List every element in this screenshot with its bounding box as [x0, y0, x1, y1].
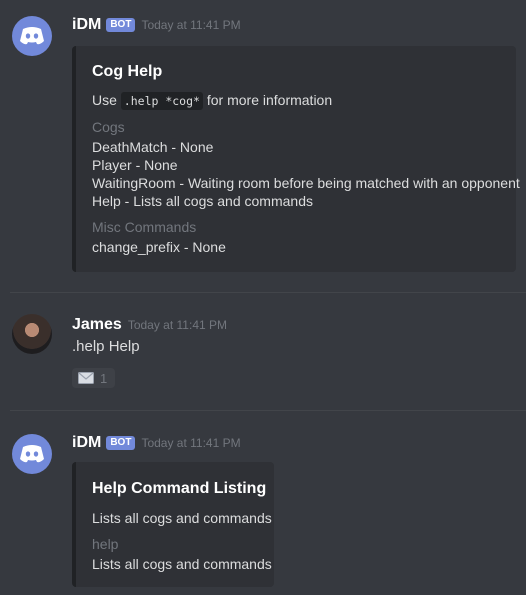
embed-title: Cog Help	[92, 63, 163, 80]
field-name-help: help	[92, 536, 119, 552]
bot-avatar[interactable]	[12, 434, 52, 474]
field-line: Player - None	[92, 157, 178, 173]
discord-logo-icon	[20, 27, 44, 45]
user-avatar[interactable]	[12, 314, 52, 354]
message-divider	[10, 410, 526, 411]
embed: Cog Help Use .help *cog* for more inform…	[72, 46, 520, 272]
username[interactable]: iDM	[72, 434, 101, 452]
field-line: Help - Lists all cogs and commands	[92, 193, 313, 209]
field-name-cogs: Cogs	[92, 119, 125, 135]
message-header: iDM BOT Today at 11:41 PM	[72, 434, 241, 452]
message-header: James Today at 11:41 PM	[72, 316, 227, 334]
envelope-icon	[78, 372, 94, 384]
embed: Help Command Listing Lists all cogs and …	[72, 462, 274, 587]
bot-avatar[interactable]	[12, 16, 52, 56]
username[interactable]: James	[72, 316, 122, 334]
field-line: DeathMatch - None	[92, 139, 214, 155]
timestamp[interactable]: Today at 11:41 PM	[141, 18, 240, 32]
field-line: change_prefix - None	[92, 239, 226, 255]
username[interactable]: iDM	[72, 16, 101, 34]
timestamp[interactable]: Today at 11:41 PM	[128, 318, 227, 332]
bot-tag: BOT	[106, 18, 136, 32]
description-suffix: for more information	[202, 92, 333, 108]
timestamp[interactable]: Today at 11:41 PM	[141, 436, 240, 450]
embed-description: Lists all cogs and commands	[92, 510, 272, 526]
field-line: WaitingRoom - Waiting room before being …	[92, 175, 520, 191]
reaction-button[interactable]: 1	[72, 368, 115, 388]
embed-description: Use .help *cog* for more information	[92, 91, 332, 110]
description-prefix: Use	[92, 92, 121, 108]
field-name-misc: Misc Commands	[92, 219, 197, 235]
discord-logo-icon	[20, 445, 44, 463]
bot-tag: BOT	[106, 436, 136, 450]
reaction-count: 1	[100, 370, 108, 386]
inline-code: .help *cog*	[120, 92, 203, 110]
field-value-cogs: DeathMatch - None Player - None WaitingR…	[92, 138, 520, 210]
message-content: .help Help	[72, 338, 140, 355]
message-divider	[10, 292, 526, 293]
message-header: iDM BOT Today at 11:41 PM	[72, 16, 241, 34]
embed-title: Help Command Listing	[92, 480, 267, 497]
field-line: Lists all cogs and commands	[92, 556, 272, 572]
